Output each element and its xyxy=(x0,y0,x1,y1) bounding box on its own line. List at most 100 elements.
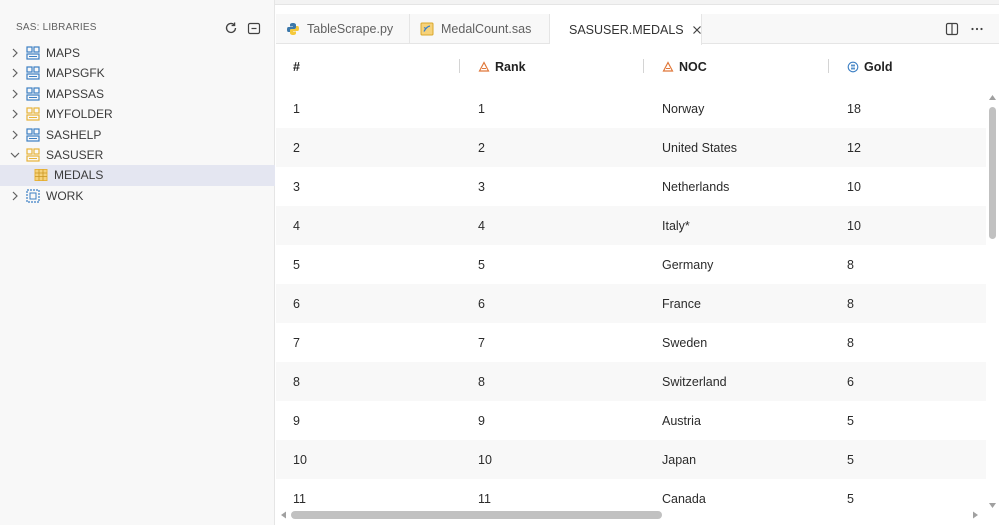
tree-item-label: MAPS xyxy=(46,46,81,60)
scroll-down-arrow-icon[interactable] xyxy=(988,501,997,510)
scroll-right-arrow-icon[interactable] xyxy=(972,511,980,519)
column-header-rank[interactable]: Rank xyxy=(478,45,526,89)
table-row[interactable]: 3 3 Netherlands 10 xyxy=(276,167,986,206)
cell-index: 8 xyxy=(293,374,300,389)
cell-rank: 6 xyxy=(478,296,485,311)
tab-sasuser-medals[interactable]: SASUSER.MEDALS xyxy=(550,14,702,45)
cell-rank: 9 xyxy=(478,413,485,428)
tree-item-work[interactable]: WORK xyxy=(0,186,275,206)
char-type-icon xyxy=(478,61,490,72)
work-library-icon xyxy=(26,189,40,203)
tree-item-mapsgfk[interactable]: MAPSGFK xyxy=(0,63,275,83)
cell-index: 7 xyxy=(293,335,300,350)
tab-label: SASUSER.MEDALS xyxy=(569,22,684,37)
column-header-label: Rank xyxy=(495,60,526,74)
table-row[interactable]: 7 7 Sweden 8 xyxy=(276,323,986,362)
cell-noc: Switzerland xyxy=(662,374,727,389)
tree-item-label: MAPSGFK xyxy=(46,66,105,81)
tree-item-sashelp[interactable]: SASHELP xyxy=(0,125,275,145)
tree-item-sasuser[interactable]: SASUSER xyxy=(0,145,275,165)
sidebar-title: SAS: LIBRARIES xyxy=(16,22,97,33)
tree-item-mapssas[interactable]: MAPSSAS xyxy=(0,84,275,104)
close-icon[interactable] xyxy=(692,24,702,36)
column-header-gold[interactable]: Gold xyxy=(847,45,892,89)
tree-item-label: SASUSER xyxy=(46,147,104,162)
tree-item-label: MEDALS xyxy=(54,168,104,183)
scroll-left-arrow-icon[interactable] xyxy=(279,511,287,519)
horizontal-scrollbar[interactable] xyxy=(276,509,986,521)
chevron-right-icon[interactable] xyxy=(9,108,21,120)
table-row[interactable]: 10 10 Japan 5 xyxy=(276,440,986,479)
library-icon xyxy=(26,87,40,101)
editor-tab-bar: TableScrape.py MedalCount.sas SASUSER.ME… xyxy=(276,14,999,45)
chevron-right-icon[interactable] xyxy=(9,47,21,59)
chevron-right-icon[interactable] xyxy=(9,190,21,202)
cell-gold: 5 xyxy=(847,413,854,428)
column-header-label: NOC xyxy=(679,60,707,74)
cell-index: 1 xyxy=(293,101,300,116)
collapse-all-icon[interactable] xyxy=(246,20,262,36)
chevron-right-icon[interactable] xyxy=(9,129,21,141)
cell-gold: 5 xyxy=(847,452,854,467)
sas-file-icon xyxy=(420,22,434,36)
tree-item-label: SASHELP xyxy=(46,127,102,142)
table-row[interactable]: 6 6 France 8 xyxy=(276,284,986,323)
table-row[interactable]: 2 2 United States 12 xyxy=(276,128,986,167)
split-editor-icon[interactable] xyxy=(944,21,960,37)
library-icon xyxy=(26,127,40,142)
table-row[interactable]: 1 1 Norway 18 xyxy=(276,89,986,128)
refresh-icon[interactable] xyxy=(223,20,239,36)
cell-noc: Sweden xyxy=(662,335,708,350)
cell-gold: 18 xyxy=(847,101,861,116)
tree-item-label: MYFOLDER xyxy=(46,107,113,122)
cell-rank: 2 xyxy=(478,140,485,155)
tree-item-maps[interactable]: MAPS xyxy=(0,43,275,63)
cell-index: 10 xyxy=(293,452,307,467)
vertical-scrollbar[interactable] xyxy=(986,89,999,515)
horizontal-scrollbar-thumb[interactable] xyxy=(291,511,662,519)
tree-item-medals[interactable]: MEDALS xyxy=(0,165,275,186)
cell-rank: 3 xyxy=(478,179,485,194)
chevron-down-icon[interactable] xyxy=(9,149,21,161)
cell-gold: 6 xyxy=(847,374,854,389)
tab-medalcount-sas[interactable]: MedalCount.sas xyxy=(410,14,550,44)
numeric-type-icon xyxy=(847,61,859,73)
cell-noc: Germany xyxy=(662,257,714,272)
tree-item-myfolder[interactable]: MYFOLDER xyxy=(0,104,275,124)
cell-gold: 10 xyxy=(847,218,861,233)
python-icon xyxy=(287,23,299,35)
chevron-right-icon[interactable] xyxy=(9,88,21,100)
table-row[interactable]: 9 9 Austria 5 xyxy=(276,401,986,440)
cell-index: 4 xyxy=(293,218,300,233)
tab-label: MedalCount.sas xyxy=(441,22,532,36)
column-resize-handle[interactable] xyxy=(459,59,460,73)
tab-tablescrape-py[interactable]: TableScrape.py xyxy=(276,14,410,44)
cell-index: 3 xyxy=(293,179,300,194)
table-row[interactable]: 4 4 Italy* 10 xyxy=(276,206,986,245)
char-type-icon xyxy=(662,61,674,72)
cell-rank: 4 xyxy=(478,218,485,233)
table-row[interactable]: 5 5 Germany 8 xyxy=(276,245,986,284)
column-header-label: Gold xyxy=(864,60,893,74)
cell-rank: 5 xyxy=(478,257,485,272)
tree-item-label: MAPSSAS xyxy=(46,86,105,101)
cell-noc: Netherlands xyxy=(662,179,730,194)
chevron-right-icon[interactable] xyxy=(9,67,21,79)
cell-gold: 8 xyxy=(847,296,854,311)
more-actions-icon[interactable] xyxy=(969,21,985,37)
cell-rank: 1 xyxy=(478,101,485,116)
table-row[interactable]: 8 8 Switzerland 6 xyxy=(276,362,986,401)
cell-gold: 10 xyxy=(847,179,861,194)
cell-noc: Italy* xyxy=(662,218,690,233)
column-resize-handle[interactable] xyxy=(643,59,644,73)
column-resize-handle[interactable] xyxy=(828,59,829,73)
tree-item-label: WORK xyxy=(46,188,84,203)
library-tree: MAPS MAPSGFK MAPSSAS MYFOLDER SASHELP SA… xyxy=(0,43,275,206)
column-header-noc[interactable]: NOC xyxy=(662,45,707,89)
column-header-index[interactable]: # xyxy=(293,45,300,89)
scroll-up-arrow-icon[interactable] xyxy=(988,93,997,102)
cell-index: 5 xyxy=(293,257,300,272)
cell-gold: 8 xyxy=(847,257,854,272)
library-icon xyxy=(26,66,40,80)
vertical-scrollbar-thumb[interactable] xyxy=(989,107,996,239)
